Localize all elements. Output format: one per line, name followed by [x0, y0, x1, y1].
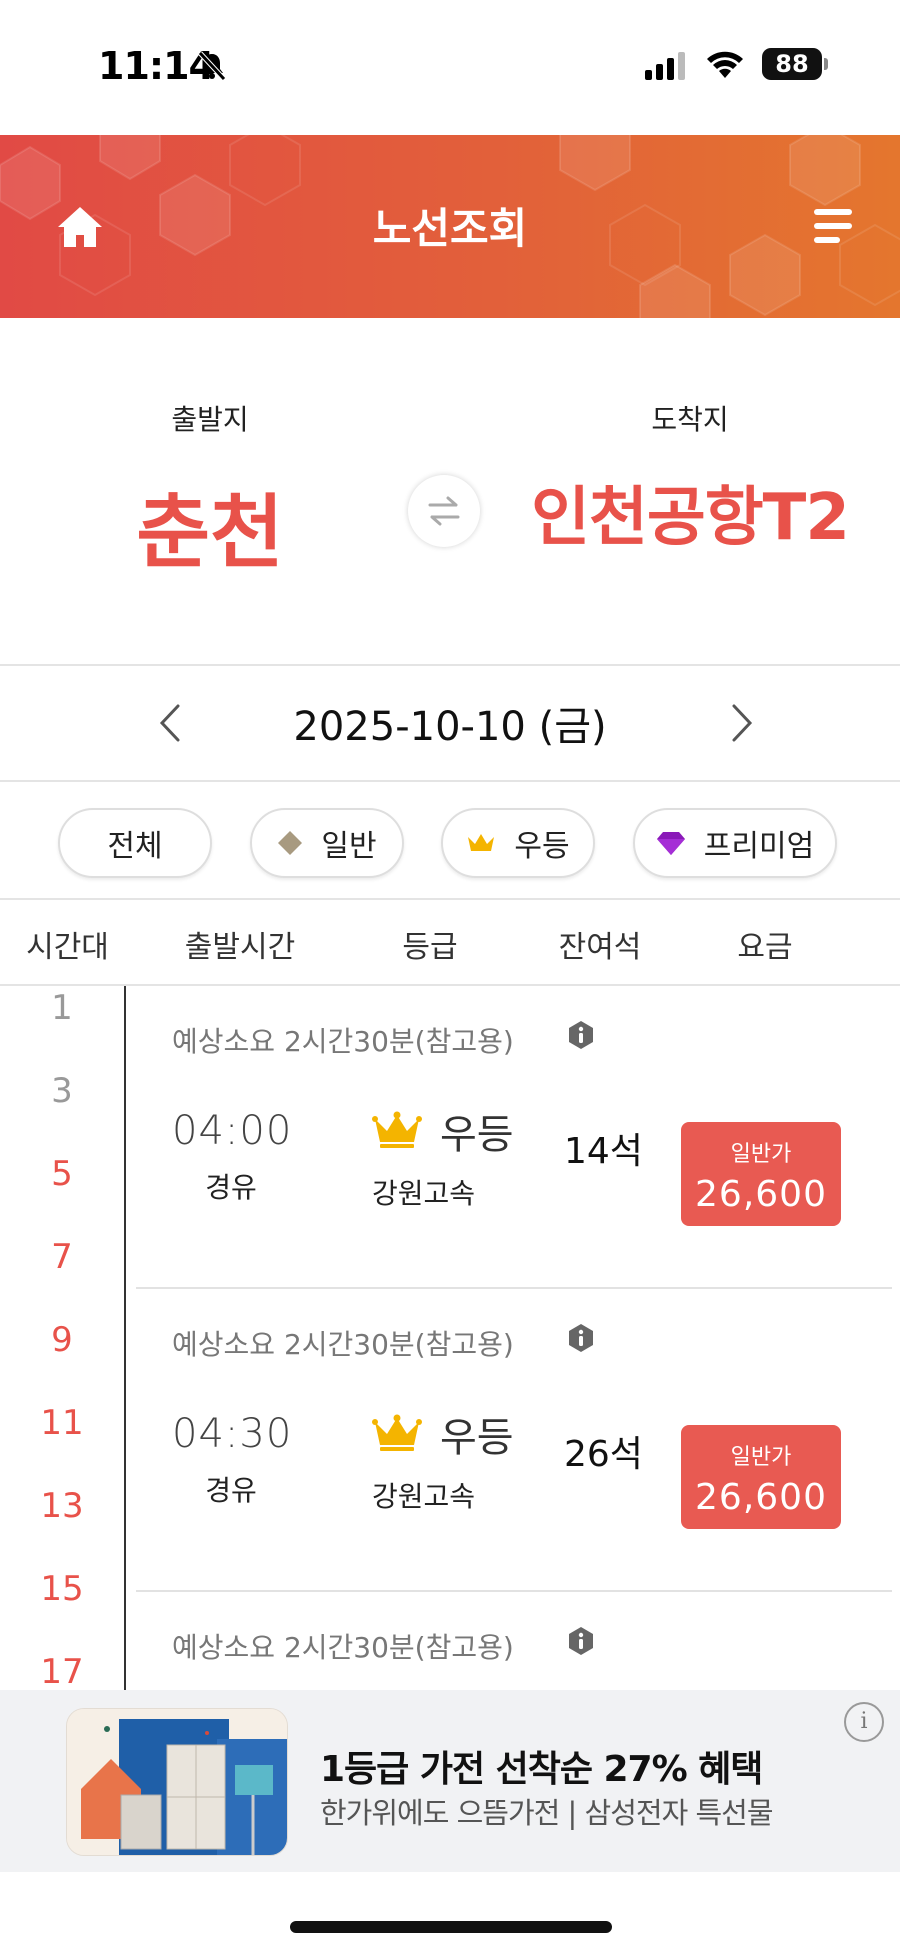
arrival-city[interactable]: 인천공항T2 [520, 466, 860, 558]
trip-remaining-seats: 26석 [564, 1434, 643, 1475]
fare-button[interactable]: 일반가 26,600 [681, 1425, 841, 1529]
swap-icon [428, 496, 460, 526]
next-date-button[interactable] [722, 698, 762, 748]
ad-subtitle: 한가위에도 으뜸가전 | 삼성전자 특선물 [320, 1796, 774, 1830]
silent-bell-icon [198, 51, 226, 81]
fare-button[interactable]: 일반가 26,600 [681, 1122, 841, 1226]
filter-premium-label: 프리미엄 [703, 829, 815, 864]
filter-all-label: 전체 [107, 829, 163, 864]
hour-item[interactable]: 5 [0, 1154, 124, 1194]
cellular-signal-icon [645, 52, 685, 80]
trip-estimate: 예상소요 2시간30분(참고용) [172, 1025, 514, 1058]
ad-banner[interactable]: 1등급 가전 선착순 27% 혜택 한가위에도 으뜸가전 | 삼성전자 특선물 … [0, 1690, 900, 1872]
fare-type: 일반가 [730, 1445, 792, 1470]
trip-estimate: 예상소요 2시간30분(참고용) [172, 1328, 514, 1361]
wifi-icon [707, 51, 743, 78]
hour-item[interactable]: 15 [0, 1569, 124, 1609]
trip-route-type: 경유 [205, 1171, 257, 1204]
ad-title: 1등급 가전 선착순 27% 혜택 [320, 1749, 763, 1790]
filter-first-class-label: 우등 [514, 829, 570, 864]
info-icon[interactable] [566, 1020, 596, 1050]
trip-grade: 우등 [440, 1415, 514, 1461]
filter-first-class[interactable]: 우등 [441, 808, 595, 878]
trip-company: 강원고속 [372, 1177, 476, 1210]
app-header: 노선조회 [0, 135, 900, 318]
hour-item[interactable]: 9 [0, 1320, 124, 1360]
fare-type: 일반가 [730, 1142, 792, 1167]
hour-item[interactable]: 17 [0, 1652, 124, 1692]
crown-icon [372, 1414, 422, 1451]
fare-amount: 26,600 [695, 1477, 827, 1518]
date-selector: 2025-10-10 (금) [0, 664, 900, 782]
ad-info-icon[interactable]: i [844, 1702, 884, 1742]
info-icon[interactable] [566, 1323, 596, 1353]
trip-grade: 우등 [440, 1112, 514, 1158]
column-remaining-seats: 잔여석 [558, 930, 642, 965]
arrival-label: 도착지 [651, 403, 729, 436]
trip-row[interactable]: 예상소요 2시간30분(참고용) [136, 1592, 892, 1690]
status-bar: 11:14 88 [0, 0, 900, 135]
hour-item[interactable]: 7 [0, 1237, 124, 1277]
trip-row[interactable]: 예상소요 2시간30분(참고용) 04:00 경유 우등 강원고속 14석 일반… [136, 986, 892, 1289]
grade-filter-bar: 전체 일반 우등 프리미엄 [0, 782, 900, 900]
column-time-slot: 시간대 [26, 930, 109, 965]
filter-normal[interactable]: 일반 [250, 808, 404, 878]
trip-estimate: 예상소요 2시간30분(참고용) [172, 1631, 514, 1664]
hour-item[interactable]: 13 [0, 1486, 124, 1526]
diamond-icon [278, 831, 303, 855]
battery-icon: 88 [762, 48, 822, 80]
departure-label: 출발지 [171, 403, 249, 436]
trip-route-type: 경유 [205, 1474, 257, 1507]
column-departure-time: 출발시간 [184, 930, 296, 965]
trip-company: 강원고속 [372, 1480, 476, 1513]
info-icon[interactable] [566, 1626, 596, 1656]
page-title: 노선조회 [372, 204, 528, 253]
hour-index: 1 3 5 7 9 11 13 15 17 [0, 986, 126, 1692]
trip-row[interactable]: 예상소요 2시간30분(참고용) 04:30 경유 우등 강원고속 26석 일반… [136, 1289, 892, 1592]
ad-image [66, 1708, 288, 1856]
hour-item[interactable]: 11 [0, 1403, 124, 1443]
selected-date[interactable]: 2025-10-10 (금) [0, 694, 900, 752]
swap-route-button[interactable] [408, 475, 480, 547]
gem-icon [656, 832, 685, 855]
appliance-illustration [67, 1709, 287, 1855]
trip-remaining-seats: 14석 [564, 1131, 643, 1172]
filter-premium[interactable]: 프리미엄 [633, 808, 837, 878]
departure-city[interactable]: 춘천 [110, 468, 310, 584]
crown-icon [372, 1111, 422, 1148]
hour-item[interactable]: 3 [0, 1071, 124, 1111]
home-indicator[interactable] [290, 1921, 612, 1933]
column-fare: 요금 [737, 930, 793, 965]
filter-all[interactable]: 전체 [58, 808, 212, 878]
filter-normal-label: 일반 [321, 829, 377, 864]
route-selector: 출발지 춘천 도착지 인천공항T2 [0, 318, 900, 664]
fare-amount: 26,600 [695, 1174, 827, 1215]
schedule-table-header: 시간대 출발시간 등급 잔여석 요금 [0, 898, 900, 986]
hour-item[interactable]: 1 [0, 988, 124, 1028]
battery-cap [824, 58, 828, 70]
trip-departure-time: 04:00 [172, 1108, 293, 1154]
trip-departure-time: 04:30 [172, 1411, 293, 1457]
crown-icon [468, 834, 495, 851]
column-grade: 등급 [402, 930, 458, 965]
menu-icon[interactable] [810, 207, 854, 245]
